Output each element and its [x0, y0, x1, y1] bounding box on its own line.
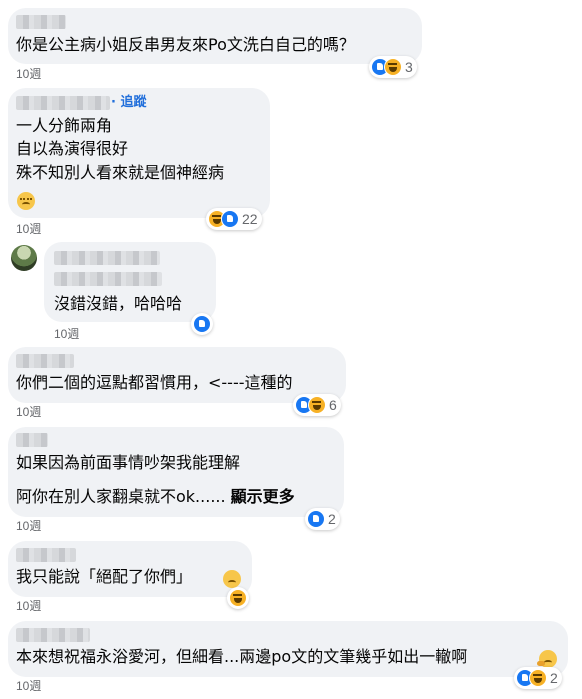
- reaction-count: 2: [328, 511, 336, 527]
- follow-link[interactable]: · 追蹤: [111, 95, 146, 111]
- haha-icon: [308, 396, 326, 414]
- reaction-summary[interactable]: 22: [206, 208, 262, 230]
- reaction-count: 3: [405, 59, 413, 75]
- author-name-blurred[interactable]: [54, 272, 162, 286]
- comment-timestamp[interactable]: 10週: [16, 405, 41, 419]
- author-name-blurred[interactable]: [16, 15, 66, 29]
- avatar[interactable]: [11, 245, 37, 271]
- comment-text-fragment: 阿你在別人家翻桌就不ok......: [16, 487, 226, 506]
- author-name-blurred[interactable]: [16, 433, 48, 447]
- comment-text: 你是公主病小姐反串男友來Po文洗白自己的嗎？: [16, 35, 355, 54]
- comment-timestamp[interactable]: 10週: [16, 222, 41, 236]
- comment-text: 沒錯沒錯，哈哈哈: [54, 294, 183, 313]
- comment-timestamp[interactable]: 10週: [16, 679, 41, 693]
- reaction-summary[interactable]: [227, 587, 249, 609]
- reaction-summary[interactable]: 3: [369, 56, 417, 78]
- relieved-face-emoji: [17, 192, 35, 210]
- author-name-blurred[interactable]: [16, 354, 74, 368]
- reaction-summary[interactable]: 6: [293, 394, 341, 416]
- author-name-blurred[interactable]: [54, 251, 160, 265]
- like-icon: [193, 315, 211, 333]
- like-icon: [221, 210, 239, 228]
- comment-timestamp[interactable]: 10週: [54, 327, 79, 341]
- comment-text: 本來想祝福永浴愛河，但細看...兩邊po文的文筆幾乎如出一轍啊: [16, 647, 468, 666]
- comment-timestamp[interactable]: 10週: [16, 599, 41, 613]
- reaction-summary[interactable]: 2: [305, 508, 340, 530]
- haha-icon: [384, 58, 402, 76]
- reaction-summary[interactable]: 2: [514, 667, 562, 689]
- comment-timestamp[interactable]: 10週: [16, 67, 41, 81]
- slightly-frowning-face-emoji: [223, 570, 241, 588]
- author-name-blurred[interactable]: [16, 628, 90, 642]
- comment-text: 一人分飾兩角: [16, 116, 113, 135]
- comment-text: 阿你在別人家翻桌就不ok...... 顯示更多: [16, 486, 295, 508]
- comment-timestamp[interactable]: 10週: [16, 519, 41, 533]
- reaction-count: 6: [329, 397, 337, 413]
- comment-text: 你們二個的逗點都習慣用，<----這種的: [16, 373, 293, 392]
- author-name-blurred[interactable]: [16, 96, 110, 110]
- see-more-link[interactable]: 顯示更多: [231, 487, 295, 506]
- author-name-blurred[interactable]: [16, 548, 76, 562]
- haha-icon: [229, 589, 247, 607]
- comment-text: 自以為演得很好: [16, 139, 129, 158]
- comment-text: 我只能說「絕配了你們」: [16, 567, 193, 586]
- thinking-face-emoji: [537, 650, 557, 668]
- haha-icon: [529, 669, 547, 687]
- comment-text: 如果因為前面事情吵架我能理解: [16, 453, 241, 472]
- reaction-count: 22: [242, 211, 258, 227]
- like-icon: [307, 510, 325, 528]
- reaction-count: 2: [550, 670, 558, 686]
- comment-text: 殊不知別人看來就是個神經病: [16, 163, 225, 182]
- reaction-summary[interactable]: [191, 313, 213, 335]
